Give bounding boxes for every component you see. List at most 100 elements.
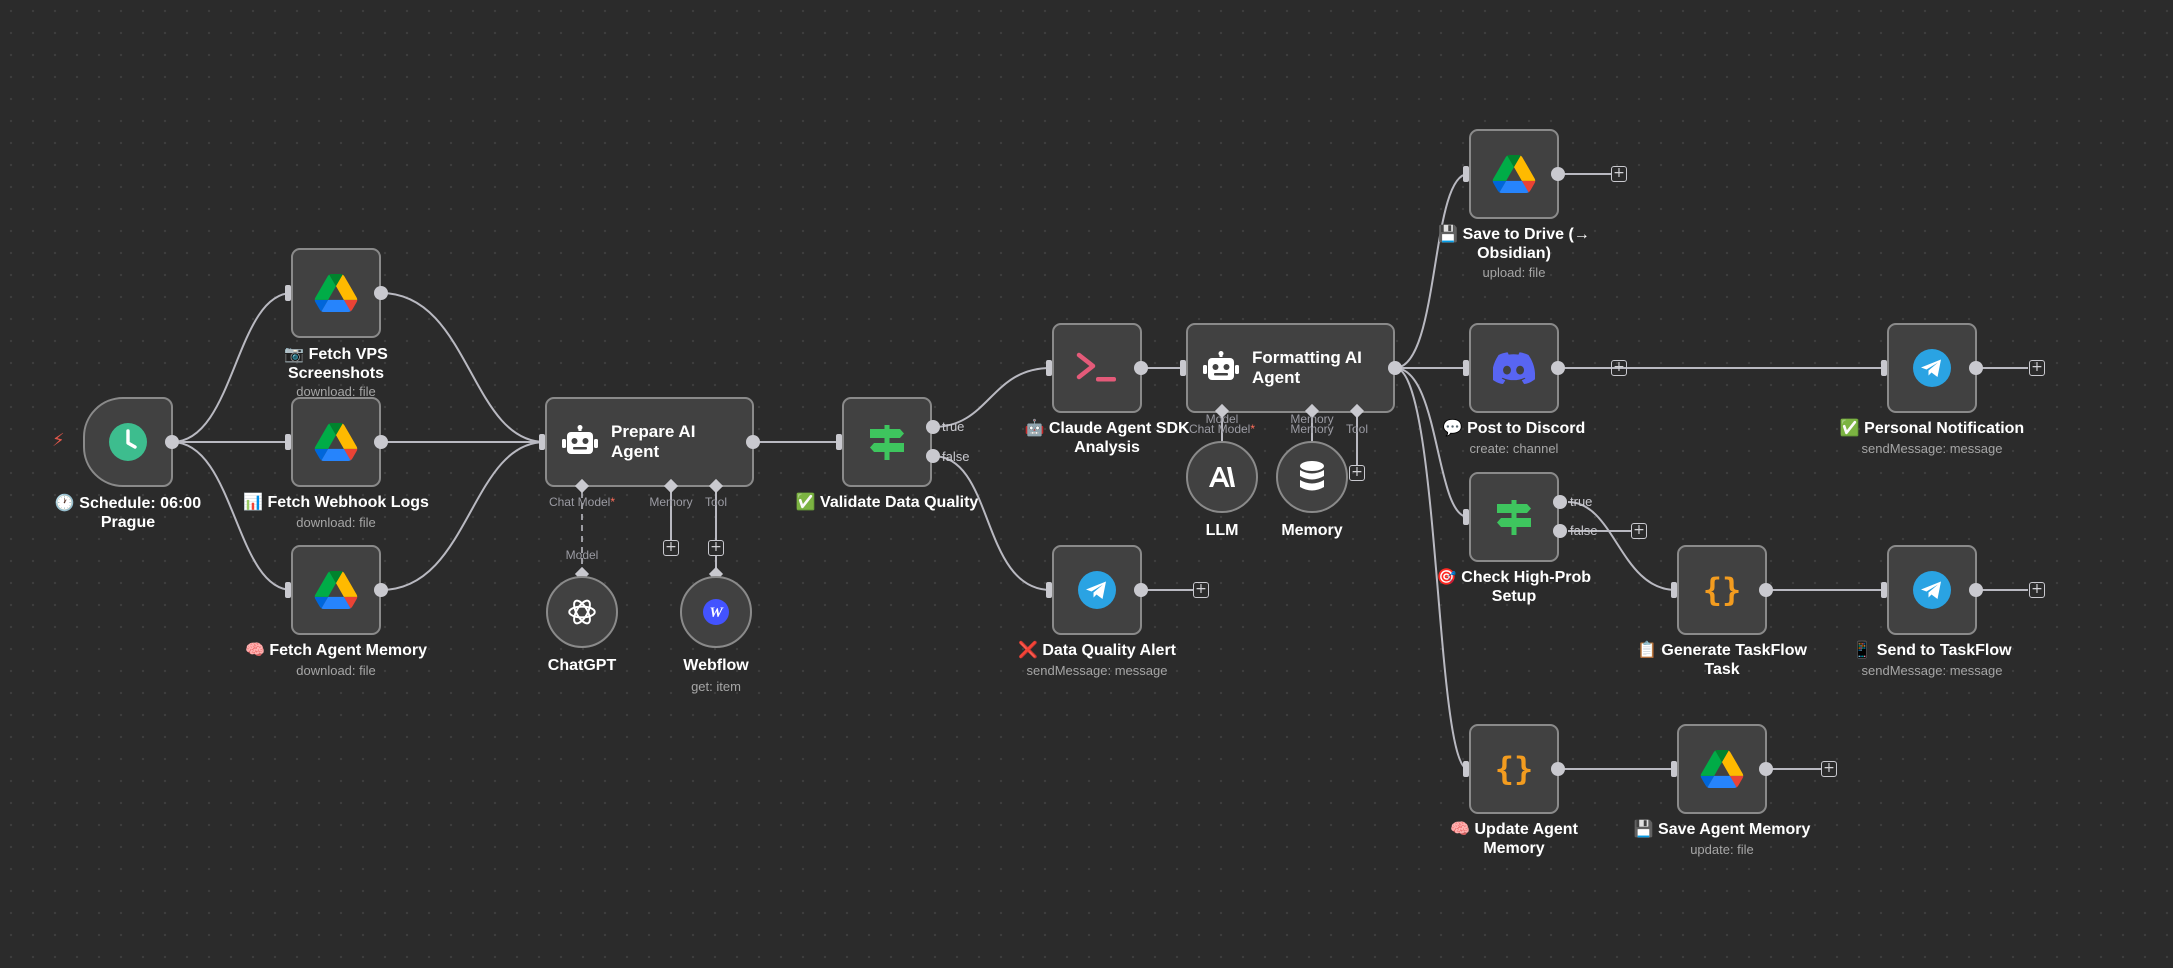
output-port-true[interactable] <box>1553 495 1567 509</box>
output-port-true[interactable] <box>926 420 940 434</box>
input-port[interactable] <box>1671 582 1677 598</box>
node-memory[interactable] <box>1276 441 1348 513</box>
output-port[interactable] <box>374 583 388 597</box>
output-port[interactable] <box>746 435 760 449</box>
add-tool-plus-icon[interactable]: + <box>708 540 724 556</box>
edge-validate-false-alert[interactable] <box>932 455 1052 591</box>
node-fetch-memory-title: 🧠 Fetch Agent Memory <box>244 640 428 659</box>
add-node-plus-icon[interactable]: + <box>1611 166 1627 182</box>
signpost-icon <box>1497 500 1531 535</box>
node-send-to-taskflow[interactable] <box>1887 545 1977 635</box>
node-personal-notification[interactable] <box>1887 323 1977 413</box>
node-save-to-drive[interactable] <box>1469 129 1559 219</box>
output-port-false[interactable] <box>926 449 940 463</box>
output-port[interactable] <box>1551 762 1565 776</box>
openai-icon <box>568 599 596 625</box>
node-fetch-agent-memory[interactable] <box>291 545 381 635</box>
input-port[interactable] <box>285 582 291 598</box>
svg-text:{}: {} <box>1703 571 1742 609</box>
input-port[interactable] <box>1881 360 1887 376</box>
output-port[interactable] <box>1969 583 1983 597</box>
input-port[interactable] <box>285 434 291 450</box>
input-port[interactable] <box>285 285 291 301</box>
output-port[interactable] <box>1759 583 1773 597</box>
input-port[interactable] <box>1463 166 1469 182</box>
node-claude-agent-sdk[interactable] <box>1052 323 1142 413</box>
input-port[interactable] <box>1463 761 1469 777</box>
node-update-agent-memory[interactable]: {} <box>1469 724 1559 814</box>
node-fetch-webhook-logs[interactable] <box>291 397 381 487</box>
output-port[interactable] <box>1551 167 1565 181</box>
telegram-icon <box>1913 349 1951 387</box>
input-port[interactable] <box>1671 761 1677 777</box>
output-port[interactable] <box>1134 583 1148 597</box>
input-port[interactable] <box>1881 582 1887 598</box>
add-node-plus-icon[interactable]: + <box>1631 523 1647 539</box>
node-fetch-vps-screenshots[interactable] <box>291 248 381 338</box>
node-update-memory-title: 🧠 Update Agent Memory <box>1450 819 1578 857</box>
node-save-memory-title: 💾 Save Agent Memory <box>1633 819 1811 838</box>
output-port-false[interactable] <box>1553 524 1567 538</box>
add-memory-plus-icon[interactable]: + <box>663 540 679 556</box>
output-port[interactable] <box>1134 361 1148 375</box>
node-webflow[interactable]: W <box>680 576 752 648</box>
google-drive-icon <box>1700 750 1744 788</box>
node-data-alert-title: ❌ Data Quality Alert <box>1017 640 1177 659</box>
node-fetch-memory-subtitle: download: file <box>296 663 376 678</box>
svg-text:W: W <box>709 605 724 621</box>
braces-icon: {} <box>1495 750 1534 788</box>
input-port[interactable] <box>1463 509 1469 525</box>
input-port[interactable] <box>836 434 842 450</box>
output-port[interactable] <box>165 435 179 449</box>
output-port[interactable] <box>374 286 388 300</box>
node-formatting-title: Formatting AI Agent <box>1252 348 1362 387</box>
output-port[interactable] <box>1388 361 1402 375</box>
slot-label-memory: Memory <box>649 495 693 509</box>
node-fetch-webhook-subtitle: download: file <box>296 515 376 530</box>
add-node-plus-icon[interactable]: + <box>2029 582 2045 598</box>
node-send-taskflow-title: 📱 Send to TaskFlow <box>1852 640 2012 659</box>
add-node-plus-icon[interactable]: + <box>1193 582 1209 598</box>
node-chatgpt[interactable] <box>546 576 618 648</box>
node-discord-subtitle: create: channel <box>1469 441 1559 456</box>
add-tool-plus-icon[interactable]: + <box>1349 465 1365 481</box>
node-schedule[interactable] <box>83 397 173 487</box>
node-save-agent-memory[interactable] <box>1677 724 1767 814</box>
google-drive-icon <box>1492 155 1536 193</box>
node-data-alert-subtitle: sendMessage: message <box>1026 663 1168 678</box>
add-node-plus-icon[interactable]: + <box>2029 360 2045 376</box>
node-memory-title: Memory <box>1281 522 1343 539</box>
output-port[interactable] <box>374 435 388 449</box>
node-generate-taskflow[interactable]: {} <box>1677 545 1767 635</box>
node-save-drive-title: 💾 Save to Drive (→ Obsidian) <box>1438 224 1590 262</box>
node-data-quality-alert[interactable] <box>1052 545 1142 635</box>
node-post-to-discord[interactable] <box>1469 323 1559 413</box>
input-port[interactable] <box>1463 360 1469 376</box>
input-port[interactable] <box>1046 582 1052 598</box>
slot-label-tool: Tool <box>1345 422 1368 436</box>
add-node-plus-icon[interactable]: + <box>1611 360 1627 376</box>
node-claude-title: 🤖 Claude Agent SDK Analysis <box>1024 418 1190 456</box>
discord-icon <box>1493 352 1535 384</box>
node-prepare-ai-agent[interactable]: Prepare AI Agent <box>545 397 754 487</box>
robot-icon <box>562 425 598 454</box>
input-port[interactable] <box>539 434 545 450</box>
branch-label-true: true <box>1570 494 1593 509</box>
connector-label-model: Model <box>565 548 599 562</box>
branch-label-true: true <box>942 419 965 434</box>
node-formatting-ai-agent[interactable]: Formatting AI Agent <box>1186 323 1395 413</box>
webflow-icon: W <box>703 599 729 625</box>
input-port[interactable] <box>1180 360 1186 376</box>
output-port[interactable] <box>1759 762 1773 776</box>
node-prepare-title: Prepare AI Agent <box>611 422 696 461</box>
input-port[interactable] <box>1046 360 1052 376</box>
add-node-plus-icon[interactable]: + <box>1821 761 1837 777</box>
telegram-icon <box>1913 571 1951 609</box>
node-check-high-prob[interactable] <box>1469 472 1559 562</box>
node-llm[interactable] <box>1186 441 1258 513</box>
branch-label-false: false <box>942 449 970 464</box>
output-port[interactable] <box>1969 361 1983 375</box>
output-port[interactable] <box>1551 361 1565 375</box>
node-validate-data-quality[interactable] <box>842 397 932 487</box>
node-fetch-webhook-title: 📊 Fetch Webhook Logs <box>243 492 429 511</box>
